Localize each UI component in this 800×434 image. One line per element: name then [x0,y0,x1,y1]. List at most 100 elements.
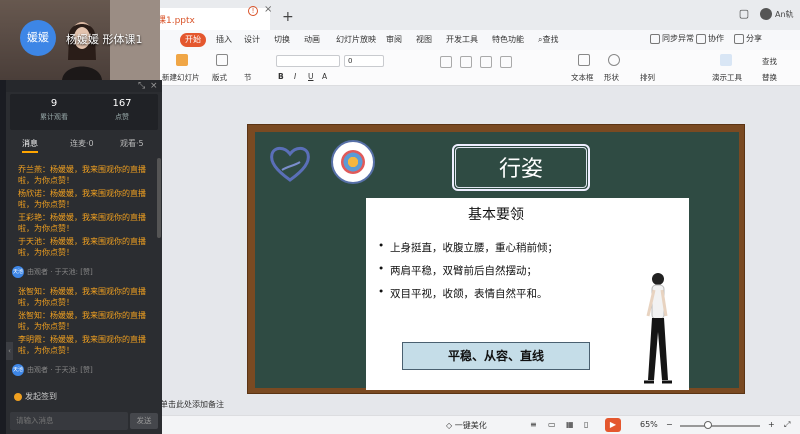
layout-button[interactable]: 版式 [212,72,227,83]
share-button[interactable]: 分享 [734,33,762,44]
list-item: 张智知：杨媛媛，我来围观你的直播啦，为你点赞！ [18,287,146,307]
shape-icon[interactable] [608,54,620,66]
collaborate-button[interactable]: 协作 [696,33,724,44]
list-item: 张智知：杨媛媛，我来围观你的直播啦，为你点赞！ [18,311,146,331]
slide[interactable]: 行姿 基本要领 上身挺直，收腹立腰，重心稍前倾； 两肩平稳，双臂前后自然摆动； … [247,124,745,394]
font-name-field[interactable] [276,55,340,67]
sync-status[interactable]: 同步异常 [650,33,694,44]
school-seal-logo [331,140,375,184]
menu-features[interactable]: 特色功能 [492,34,524,45]
zoom-slider-handle[interactable] [704,421,712,429]
menu-animation[interactable]: 动画 [304,34,320,45]
menu-developer[interactable]: 开发工具 [446,34,478,45]
menu-slideshow[interactable]: 幻灯片放映 [336,34,376,45]
zoom-slider[interactable] [680,425,760,427]
collaborate-label: 协作 [708,34,724,43]
menu-search[interactable]: ⌕查找 [538,34,558,45]
panel-tabs: 消息 连麦·0 观看·5 [6,136,162,153]
new-slide-button[interactable]: 新建幻灯片 [162,72,200,83]
list-item: 乔兰燕：杨媛媛，我来围观你的直播啦，为你点赞！ [18,165,146,185]
new-tab-button[interactable]: + [282,10,294,24]
normal-view-icon[interactable]: ▭ [548,420,556,429]
beautify-icon: ◇ [446,421,455,430]
font-color-icon[interactable]: A [322,72,327,81]
heart-logo [270,146,310,182]
menu-transition[interactable]: 切换 [274,34,290,45]
checkin-icon [14,392,22,401]
stat-total-views-value: 9 [50,98,58,109]
align-right-icon[interactable] [480,56,492,68]
close-tab-icon[interactable]: × [264,4,272,15]
notes-toggle-icon[interactable]: ≡ [530,420,537,429]
zoom-in-icon[interactable]: + [768,420,775,429]
sorter-view-icon[interactable]: ▦ [566,420,574,429]
fit-window-icon[interactable]: ⤢ [784,420,790,430]
checkin-button[interactable]: 发起签到 [14,391,57,402]
play-icon[interactable]: ▶ [605,418,621,432]
zoom-level[interactable]: 65% [640,420,658,429]
message-list: 乔兰燕：杨媛媛，我来围观你的直播啦，为你点赞！ 杨欣诺：杨媛媛，我来围观你的直播… [6,156,154,404]
layout-icon[interactable] [216,54,228,66]
content-card: 基本要领 上身挺直，收腹立腰，重心稍前倾； 两肩平稳，双臂前后自然摆动； 双目平… [366,198,689,390]
arrange-button[interactable]: 排列 [640,72,655,83]
present-tool-icon[interactable] [720,54,732,66]
shape-button[interactable]: 形状 [604,72,619,83]
justify-icon[interactable] [500,56,512,68]
textbox-icon[interactable] [578,54,590,66]
restore-icon[interactable]: ▢ [736,6,752,22]
chat-input[interactable] [10,412,128,430]
share-label: 分享 [746,34,762,43]
underline-icon[interactable]: U [308,72,314,81]
align-center-icon[interactable] [460,56,472,68]
list-item: 王彩艳：杨媛媛，我来围观你的直播啦，为你点赞！ [18,213,146,233]
textbox-button[interactable]: 文本框 [571,72,594,83]
tab-co-host[interactable]: 连麦·0 [70,138,94,149]
card-heading: 基本要领 [468,207,524,223]
menu-design[interactable]: 设计 [244,34,260,45]
avatar [760,8,772,20]
menu-start-tab[interactable]: 开始 [180,33,206,47]
beautify-button[interactable]: ◇ 一键美化 [446,420,487,431]
user-name: An轨 [775,9,794,19]
stat-likes-label: 点赞 [115,113,129,121]
collapse-panel-icon[interactable]: ‹ [6,342,13,360]
checkin-label: 发起签到 [25,392,57,401]
summary-box: 平稳、从容、直线 [402,342,590,370]
sync-icon [650,33,660,44]
notes-area[interactable]: 单击此处添加备注 [160,399,224,410]
align-left-icon[interactable] [440,56,452,68]
info-icon[interactable]: ! [248,6,258,16]
send-button[interactable]: 发送 [130,413,158,429]
find-button[interactable]: 查找 [762,56,777,67]
user-account[interactable]: An轨 [760,8,794,20]
presenter-title: 杨媛媛 形体课1 [66,33,143,46]
italic-icon[interactable]: I [294,72,296,81]
menu-review[interactable]: 审阅 [386,34,402,45]
new-slide-icon[interactable] [176,54,188,66]
menu-search-label: 查找 [542,35,559,44]
replace-button[interactable]: 替换 [762,72,777,83]
bold-icon[interactable]: B [278,72,284,81]
close-icon[interactable]: × [150,81,158,91]
font-size-field[interactable]: 0 [344,55,384,67]
minimize-icon[interactable]: ⤡ [138,81,145,91]
bullet-item: 上身挺直，收腹立腰，重心稍前倾； [378,240,678,263]
presenter-avatar[interactable]: 媛媛 [20,20,56,56]
chat-scrollbar[interactable] [157,158,161,238]
avatar: 天池 [12,364,24,376]
school-seal-emblem [341,150,365,174]
list-item: 杨欣诺：杨媛媛，我来围观你的直播啦，为你点赞！ [18,189,146,209]
presenter-video: 媛媛 杨媛媛 形体课1 [0,0,160,80]
menu-view[interactable]: 视图 [416,34,432,45]
sync-label: 同步异常 [662,34,694,43]
tab-messages[interactable]: 消息 [22,138,38,153]
menu-insert[interactable]: 插入 [216,34,232,45]
system-message-text: 由观者 · 于天池: [赞] [27,366,93,374]
list-item: 李明霞：杨媛媛，我来围观你的直播啦，为你点赞！ [18,335,146,355]
present-tool-button[interactable]: 演示工具 [712,72,742,83]
stat-total-views: 9 累计观看 [24,98,84,122]
tab-viewers[interactable]: 观看·5 [120,138,144,149]
zoom-out-icon[interactable]: − [666,420,673,429]
reading-view-icon[interactable]: ▯ [584,420,588,429]
section-button[interactable]: 节 [244,72,252,83]
